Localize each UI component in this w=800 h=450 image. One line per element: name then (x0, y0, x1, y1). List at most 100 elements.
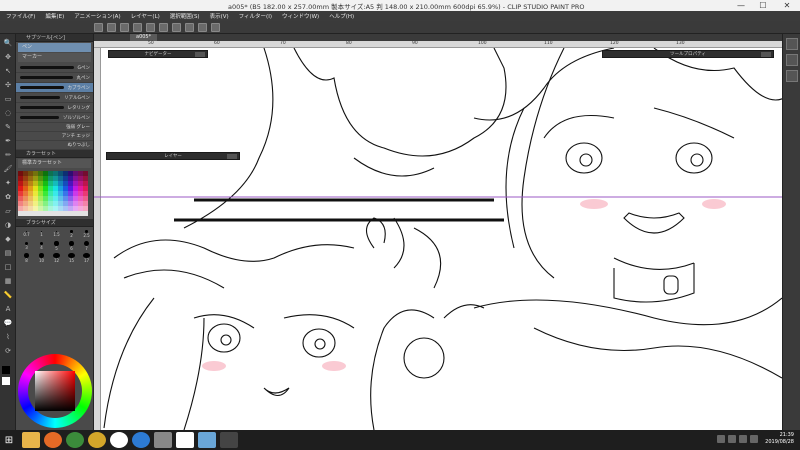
correct-icon[interactable]: ⟳ (2, 345, 14, 356)
color-swatch-grid[interactable] (16, 169, 93, 219)
lasso-icon[interactable]: ◌ (2, 107, 14, 118)
volume-icon[interactable] (739, 435, 747, 443)
decoration-icon[interactable]: ✿ (2, 191, 14, 202)
pen-icon[interactable]: ✒ (2, 135, 14, 146)
edge-icon[interactable] (132, 432, 150, 448)
close-button[interactable]: ✕ (774, 0, 800, 11)
menu-help[interactable]: ヘルプ(H) (329, 12, 354, 20)
menu-window[interactable]: ウィンドウ(W) (282, 12, 319, 20)
subtool-tab-marker[interactable]: マーカー (18, 53, 91, 62)
notification-icon[interactable] (750, 435, 758, 443)
clock[interactable]: 21:39 2019/08/28 (765, 432, 794, 446)
clock-app-icon[interactable] (88, 432, 106, 448)
brush-size-option[interactable]: 3 (20, 241, 33, 251)
frame-icon[interactable]: ▦ (2, 275, 14, 286)
transform-icon[interactable] (185, 22, 194, 32)
clear-icon[interactable] (172, 22, 181, 32)
brush-size-option[interactable]: 8 (20, 253, 33, 263)
brush-size-option[interactable]: 1 (35, 229, 48, 239)
fill-icon[interactable]: ◆ (2, 233, 14, 244)
subtool-tab-pen[interactable]: ペン (18, 43, 91, 52)
main-color-swatch[interactable] (2, 366, 10, 374)
undo-icon[interactable] (146, 22, 155, 32)
canvas-area[interactable]: a005* 50 60 70 80 90 100 110 120 130 ナビゲ… (94, 34, 782, 430)
blend-icon[interactable]: ◑ (2, 219, 14, 230)
menu-selection[interactable]: 選択範囲(S) (170, 12, 200, 20)
brush-item[interactable]: リアルGペン (16, 93, 93, 103)
line-fix-icon[interactable]: ⌇ (2, 331, 14, 342)
zoom-icon[interactable]: 🔍 (2, 37, 14, 48)
maximize-button[interactable]: ☐ (752, 0, 774, 11)
brush-size-option[interactable]: 5 (50, 241, 63, 251)
menu-animation[interactable]: アニメーション(A) (74, 12, 120, 20)
brush-size-option[interactable]: 12 (50, 253, 63, 263)
tab-document[interactable]: a005* (130, 34, 158, 41)
brush-size-option[interactable]: 17 (80, 253, 93, 263)
brush-size-option[interactable]: 15 (65, 253, 78, 263)
brush-size-option[interactable]: 2.5 (80, 229, 93, 239)
brush-size-option[interactable]: 2 (65, 229, 78, 239)
brush-size-option[interactable]: 6 (65, 241, 78, 251)
tool-prop-row[interactable]: アンチ エッジ (16, 132, 93, 141)
brush-size-option[interactable]: 0.7 (20, 229, 33, 239)
minimize-button[interactable]: — (730, 0, 752, 11)
menu-layer[interactable]: レイヤー(L) (131, 12, 160, 20)
app-icon[interactable] (154, 432, 172, 448)
save-icon[interactable] (133, 22, 142, 32)
clip-studio-icon[interactable] (176, 432, 194, 448)
brush-size-option[interactable]: 4 (35, 241, 48, 251)
selection-icon[interactable]: ▭ (2, 93, 14, 104)
tool-prop-row[interactable]: 強弱 グレー (16, 123, 93, 132)
airbrush-icon[interactable]: ✦ (2, 177, 14, 188)
winamp-icon[interactable] (110, 432, 128, 448)
eyedropper-icon[interactable]: ✎ (2, 121, 14, 132)
color-swatch[interactable] (83, 211, 88, 216)
brush-item[interactable]: ゾルゾルペン (16, 113, 93, 123)
panel-toggle-icon[interactable] (786, 70, 798, 82)
explorer-icon[interactable] (22, 432, 40, 448)
new-file-icon[interactable] (107, 22, 116, 32)
app-icon[interactable] (220, 432, 238, 448)
brush-icon[interactable]: 🖌 (2, 163, 14, 174)
windows-start-icon[interactable]: ⊞ (0, 432, 18, 448)
tool-property-panel[interactable]: ツールプロパティ (602, 50, 774, 58)
keyboard-icon[interactable] (717, 435, 725, 443)
tool-prop-row[interactable]: ぬりつぶし (16, 141, 93, 150)
open-icon[interactable] (120, 22, 129, 32)
color-square[interactable] (35, 371, 75, 411)
menu-edit[interactable]: 編集(E) (45, 12, 64, 20)
eraser-icon[interactable]: ▱ (2, 205, 14, 216)
network-icon[interactable] (728, 435, 736, 443)
gradient-icon[interactable]: ▤ (2, 247, 14, 258)
pencil-icon[interactable]: ✏ (2, 149, 14, 160)
layer-panel[interactable]: レイヤー (106, 152, 240, 160)
firefox-icon[interactable] (44, 432, 62, 448)
sub-color-swatch[interactable] (2, 377, 10, 385)
brush-size-option[interactable]: 1.5 (50, 229, 63, 239)
clip-studio-paint-icon[interactable] (198, 432, 216, 448)
brush-item[interactable]: レタリング (16, 103, 93, 113)
panel-toggle-icon[interactable] (786, 38, 798, 50)
ruler-icon[interactable]: 📏 (2, 289, 14, 300)
move-layer-icon[interactable]: ✣ (2, 79, 14, 90)
chrome-icon[interactable] (66, 432, 84, 448)
menu-view[interactable]: 表示(V) (210, 12, 229, 20)
snap-icon[interactable] (211, 22, 220, 32)
panel-toggle-icon[interactable] (786, 54, 798, 66)
color-wheel[interactable] (18, 354, 92, 428)
balloon-icon[interactable]: 💬 (2, 317, 14, 328)
brush-item[interactable]: Gペン (16, 63, 93, 73)
brush-size-option[interactable]: 7 (80, 241, 93, 251)
deselect-icon[interactable] (198, 22, 207, 32)
figure-icon[interactable]: □ (2, 261, 14, 272)
home-icon[interactable] (94, 22, 103, 32)
operation-icon[interactable]: ↖ (2, 65, 14, 76)
brush-item[interactable]: カブラペン (16, 83, 93, 93)
navigator-panel[interactable]: ナビゲーター (108, 50, 208, 58)
brush-item[interactable]: 丸ペン (16, 73, 93, 83)
text-icon[interactable]: A (2, 303, 14, 314)
move-icon[interactable]: ✥ (2, 51, 14, 62)
color-set-select[interactable]: 標準カラーセット (18, 159, 91, 168)
menu-file[interactable]: ファイル(F) (6, 12, 35, 20)
brush-size-option[interactable]: 10 (35, 253, 48, 263)
